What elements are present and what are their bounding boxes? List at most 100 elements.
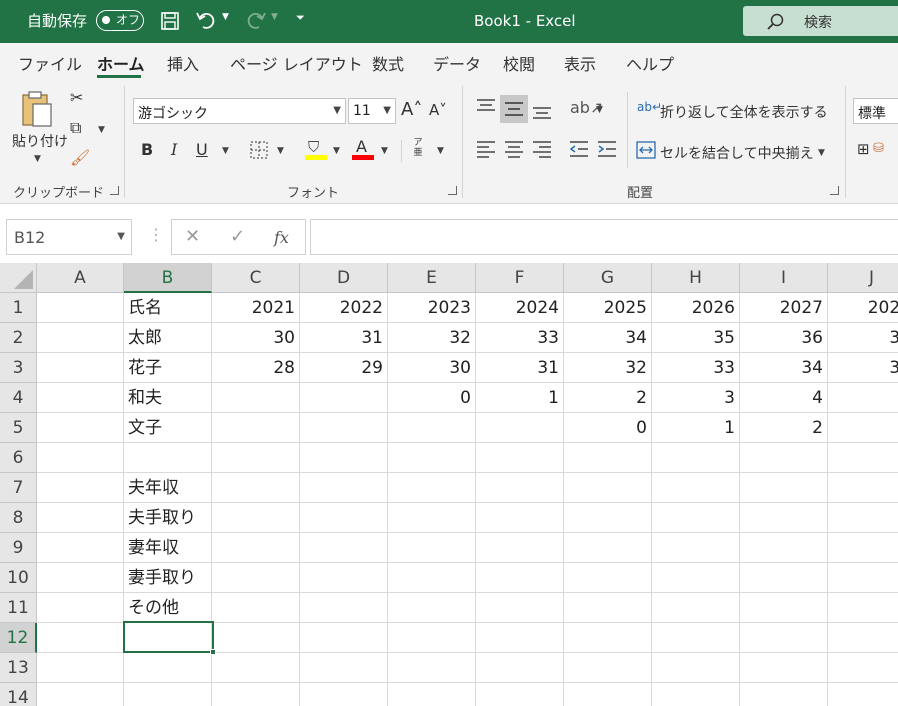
autosave-toggle[interactable]: オフ <box>96 10 144 31</box>
formula-input[interactable] <box>310 219 898 255</box>
cell-i3[interactable]: 34 <box>740 353 828 383</box>
column-header-g[interactable]: G <box>564 263 652 293</box>
cell-j6[interactable] <box>828 443 898 473</box>
cell-f12[interactable] <box>476 623 564 653</box>
cell-i1[interactable]: 2027 <box>740 293 828 323</box>
cell-a6[interactable] <box>37 443 124 473</box>
cell-g13[interactable] <box>564 653 652 683</box>
cell-d6[interactable] <box>300 443 388 473</box>
cell-g7[interactable] <box>564 473 652 503</box>
merge-dropdown-icon[interactable]: ▼ <box>818 148 825 158</box>
row-header-7[interactable]: 7 <box>0 473 37 503</box>
column-header-d[interactable]: D <box>300 263 388 293</box>
cell-f8[interactable] <box>476 503 564 533</box>
cell-a12[interactable] <box>37 623 124 653</box>
cell-i13[interactable] <box>740 653 828 683</box>
cell-b10[interactable]: 妻手取り <box>124 563 212 593</box>
name-box[interactable]: B12 ▼ <box>6 219 132 255</box>
wrap-text-button[interactable]: 折り返して全体を表示する <box>660 102 828 122</box>
cell-b9[interactable]: 妻年収 <box>124 533 212 563</box>
cell-b5[interactable]: 文子 <box>124 413 212 443</box>
top-align-icon[interactable] <box>476 98 496 114</box>
paste-dropdown-icon[interactable]: ▼ <box>34 154 41 164</box>
cell-e2[interactable]: 32 <box>388 323 476 353</box>
cut-icon[interactable]: ✂ <box>70 88 83 107</box>
cell-i7[interactable] <box>740 473 828 503</box>
cell-f1[interactable]: 2024 <box>476 293 564 323</box>
cell-e5[interactable] <box>388 413 476 443</box>
column-header-h[interactable]: H <box>652 263 740 293</box>
cell-e12[interactable] <box>388 623 476 653</box>
paste-icon[interactable] <box>20 90 56 128</box>
cell-h4[interactable]: 3 <box>652 383 740 413</box>
column-header-a[interactable]: A <box>37 263 124 293</box>
cell-a7[interactable] <box>37 473 124 503</box>
font-launcher-icon[interactable] <box>448 186 457 195</box>
cell-g8[interactable] <box>564 503 652 533</box>
insert-function-button[interactable]: fx <box>274 228 289 247</box>
cell-f10[interactable] <box>476 563 564 593</box>
merge-center-button[interactable]: セルを結合して中央揃え <box>660 143 814 163</box>
cell-g12[interactable] <box>564 623 652 653</box>
format-painter-icon[interactable]: 🖌 <box>70 148 90 167</box>
tab-review[interactable]: 校閲 <box>503 51 535 75</box>
cell-h14[interactable] <box>652 683 740 706</box>
cell-h2[interactable]: 35 <box>652 323 740 353</box>
cell-c5[interactable] <box>212 413 300 443</box>
cell-h3[interactable]: 33 <box>652 353 740 383</box>
cell-f3[interactable]: 31 <box>476 353 564 383</box>
paste-button[interactable]: 貼り付け <box>12 131 68 151</box>
bold-button[interactable]: B <box>141 140 153 159</box>
currency-format-icon[interactable]: ⊞ <box>857 140 870 158</box>
font-color-button[interactable]: A <box>352 137 374 160</box>
fill-handle[interactable] <box>210 649 216 655</box>
cell-b13[interactable] <box>124 653 212 683</box>
cell-g3[interactable]: 32 <box>564 353 652 383</box>
cell-j3[interactable]: 35 <box>828 353 898 383</box>
cell-j7[interactable] <box>828 473 898 503</box>
cell-a10[interactable] <box>37 563 124 593</box>
font-name-combo[interactable]: 游ゴシック ▼ <box>133 98 346 124</box>
cell-b4[interactable]: 和夫 <box>124 383 212 413</box>
font-size-combo[interactable]: 11 ▼ <box>348 98 396 124</box>
tab-insert[interactable]: 挿入 <box>167 51 199 75</box>
cell-e14[interactable] <box>388 683 476 706</box>
row-header-11[interactable]: 11 <box>0 593 37 623</box>
cell-f11[interactable] <box>476 593 564 623</box>
cell-j8[interactable] <box>828 503 898 533</box>
cell-f14[interactable] <box>476 683 564 706</box>
undo-dropdown-icon[interactable]: ▼ <box>222 12 229 22</box>
tab-data[interactable]: データ <box>433 51 481 75</box>
cell-j1[interactable]: 2028 <box>828 293 898 323</box>
cell-i6[interactable] <box>740 443 828 473</box>
cell-j14[interactable] <box>828 683 898 706</box>
cell-h11[interactable] <box>652 593 740 623</box>
alignment-launcher-icon[interactable] <box>830 186 839 195</box>
cell-c13[interactable] <box>212 653 300 683</box>
tab-formulas[interactable]: 数式 <box>372 51 404 75</box>
column-header-e[interactable]: E <box>388 263 476 293</box>
cell-j4[interactable]: 5 <box>828 383 898 413</box>
cell-g6[interactable] <box>564 443 652 473</box>
cell-j9[interactable] <box>828 533 898 563</box>
fill-color-button[interactable]: ⛉ <box>305 138 327 160</box>
tab-page-layout[interactable]: ページ レイアウト <box>230 51 363 75</box>
cell-j10[interactable] <box>828 563 898 593</box>
copy-dropdown-icon[interactable]: ▼ <box>98 125 105 135</box>
cell-h7[interactable] <box>652 473 740 503</box>
bottom-align-icon[interactable] <box>532 104 552 120</box>
cell-h5[interactable]: 1 <box>652 413 740 443</box>
cell-e9[interactable] <box>388 533 476 563</box>
cell-h6[interactable] <box>652 443 740 473</box>
cell-d4[interactable] <box>300 383 388 413</box>
borders-dropdown-icon[interactable]: ▼ <box>277 146 284 156</box>
cell-b2[interactable]: 太郎 <box>124 323 212 353</box>
cell-i8[interactable] <box>740 503 828 533</box>
cell-a3[interactable] <box>37 353 124 383</box>
row-header-12[interactable]: 12 <box>0 623 37 653</box>
cell-i9[interactable] <box>740 533 828 563</box>
cell-g2[interactable]: 34 <box>564 323 652 353</box>
cell-d12[interactable] <box>300 623 388 653</box>
row-header-9[interactable]: 9 <box>0 533 37 563</box>
row-header-5[interactable]: 5 <box>0 413 37 443</box>
